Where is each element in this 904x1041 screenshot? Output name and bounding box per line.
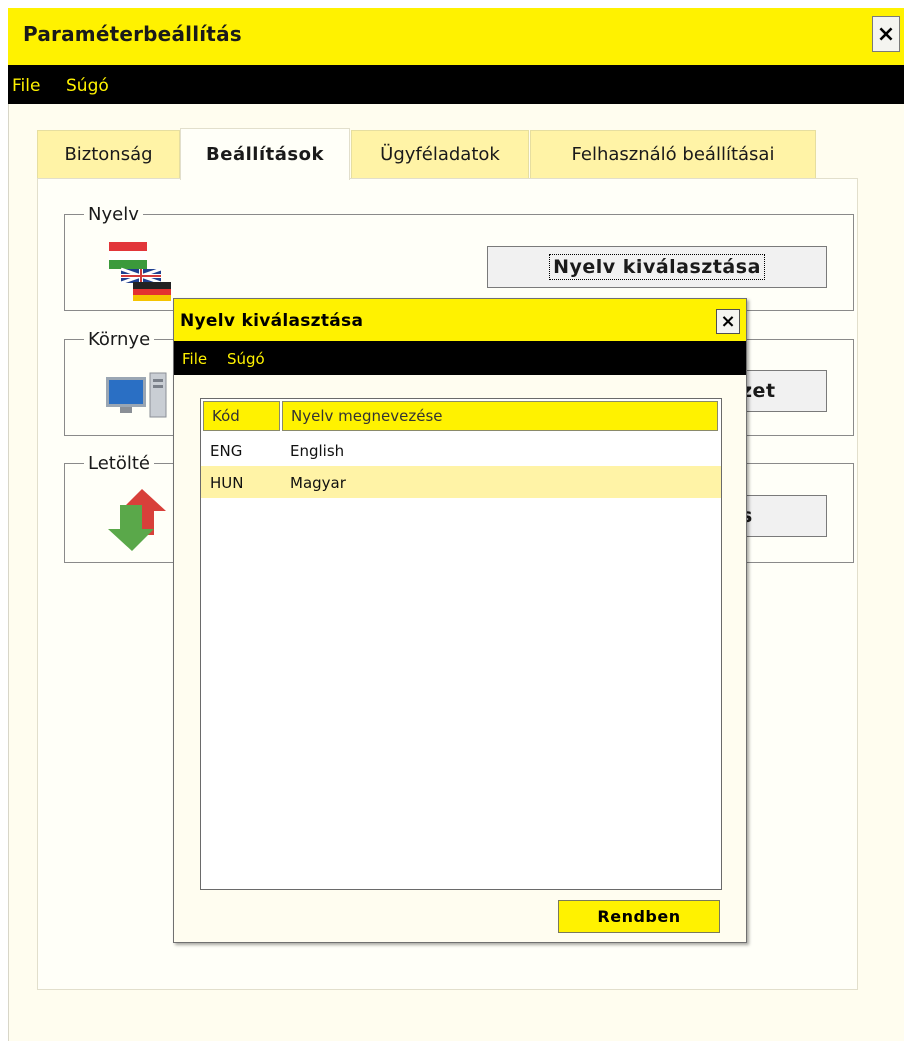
ok-button-label: Rendben <box>597 907 681 926</box>
table-row[interactable] <box>201 436 721 466</box>
tab-ugyfeladatok[interactable]: Ügyféladatok <box>351 130 529 178</box>
row-code: ENG <box>210 442 243 460</box>
column-header-code[interactable]: Kód <box>203 401 280 431</box>
table-row-selected[interactable] <box>201 466 721 498</box>
dialog-menu-help[interactable]: Súgó <box>227 350 265 368</box>
computer-icon <box>104 371 168 421</box>
close-button[interactable]: × <box>872 16 900 52</box>
select-language-button[interactable]: Nyelv kiválasztása <box>487 246 827 288</box>
dialog-title: Nyelv kiválasztása <box>180 311 364 331</box>
tab-felhasznalo-beallitasai[interactable]: Felhasználó beállításai <box>530 130 816 178</box>
tab-biztonsag[interactable]: Biztonság <box>37 130 180 178</box>
dialog-close-button[interactable]: × <box>716 309 740 334</box>
ok-button[interactable]: Rendben <box>558 900 720 933</box>
row-language-name: English <box>290 442 345 460</box>
tab-beallitasok[interactable]: Beállítások <box>180 128 350 180</box>
menu-help[interactable]: Súgó <box>66 76 109 96</box>
transfer-arrows-icon <box>106 487 172 553</box>
environment-group-legend: Környe <box>84 329 155 350</box>
close-icon: × <box>876 21 896 47</box>
column-header-name[interactable]: Nyelv megnevezése <box>282 401 718 431</box>
row-code: HUN <box>210 474 244 492</box>
download-group-legend: Letölté <box>84 453 154 474</box>
row-language-name: Magyar <box>290 474 346 492</box>
select-language-button-label: Nyelv kiválasztása <box>549 254 765 280</box>
menu-file[interactable]: File <box>12 76 40 96</box>
flags-icon <box>107 238 171 302</box>
close-icon: × <box>720 311 736 332</box>
dialog-menu-file[interactable]: File <box>182 350 207 368</box>
language-group-legend: Nyelv <box>84 204 143 225</box>
menu-bar <box>8 65 904 104</box>
window-title: Paraméterbeállítás <box>23 22 242 46</box>
